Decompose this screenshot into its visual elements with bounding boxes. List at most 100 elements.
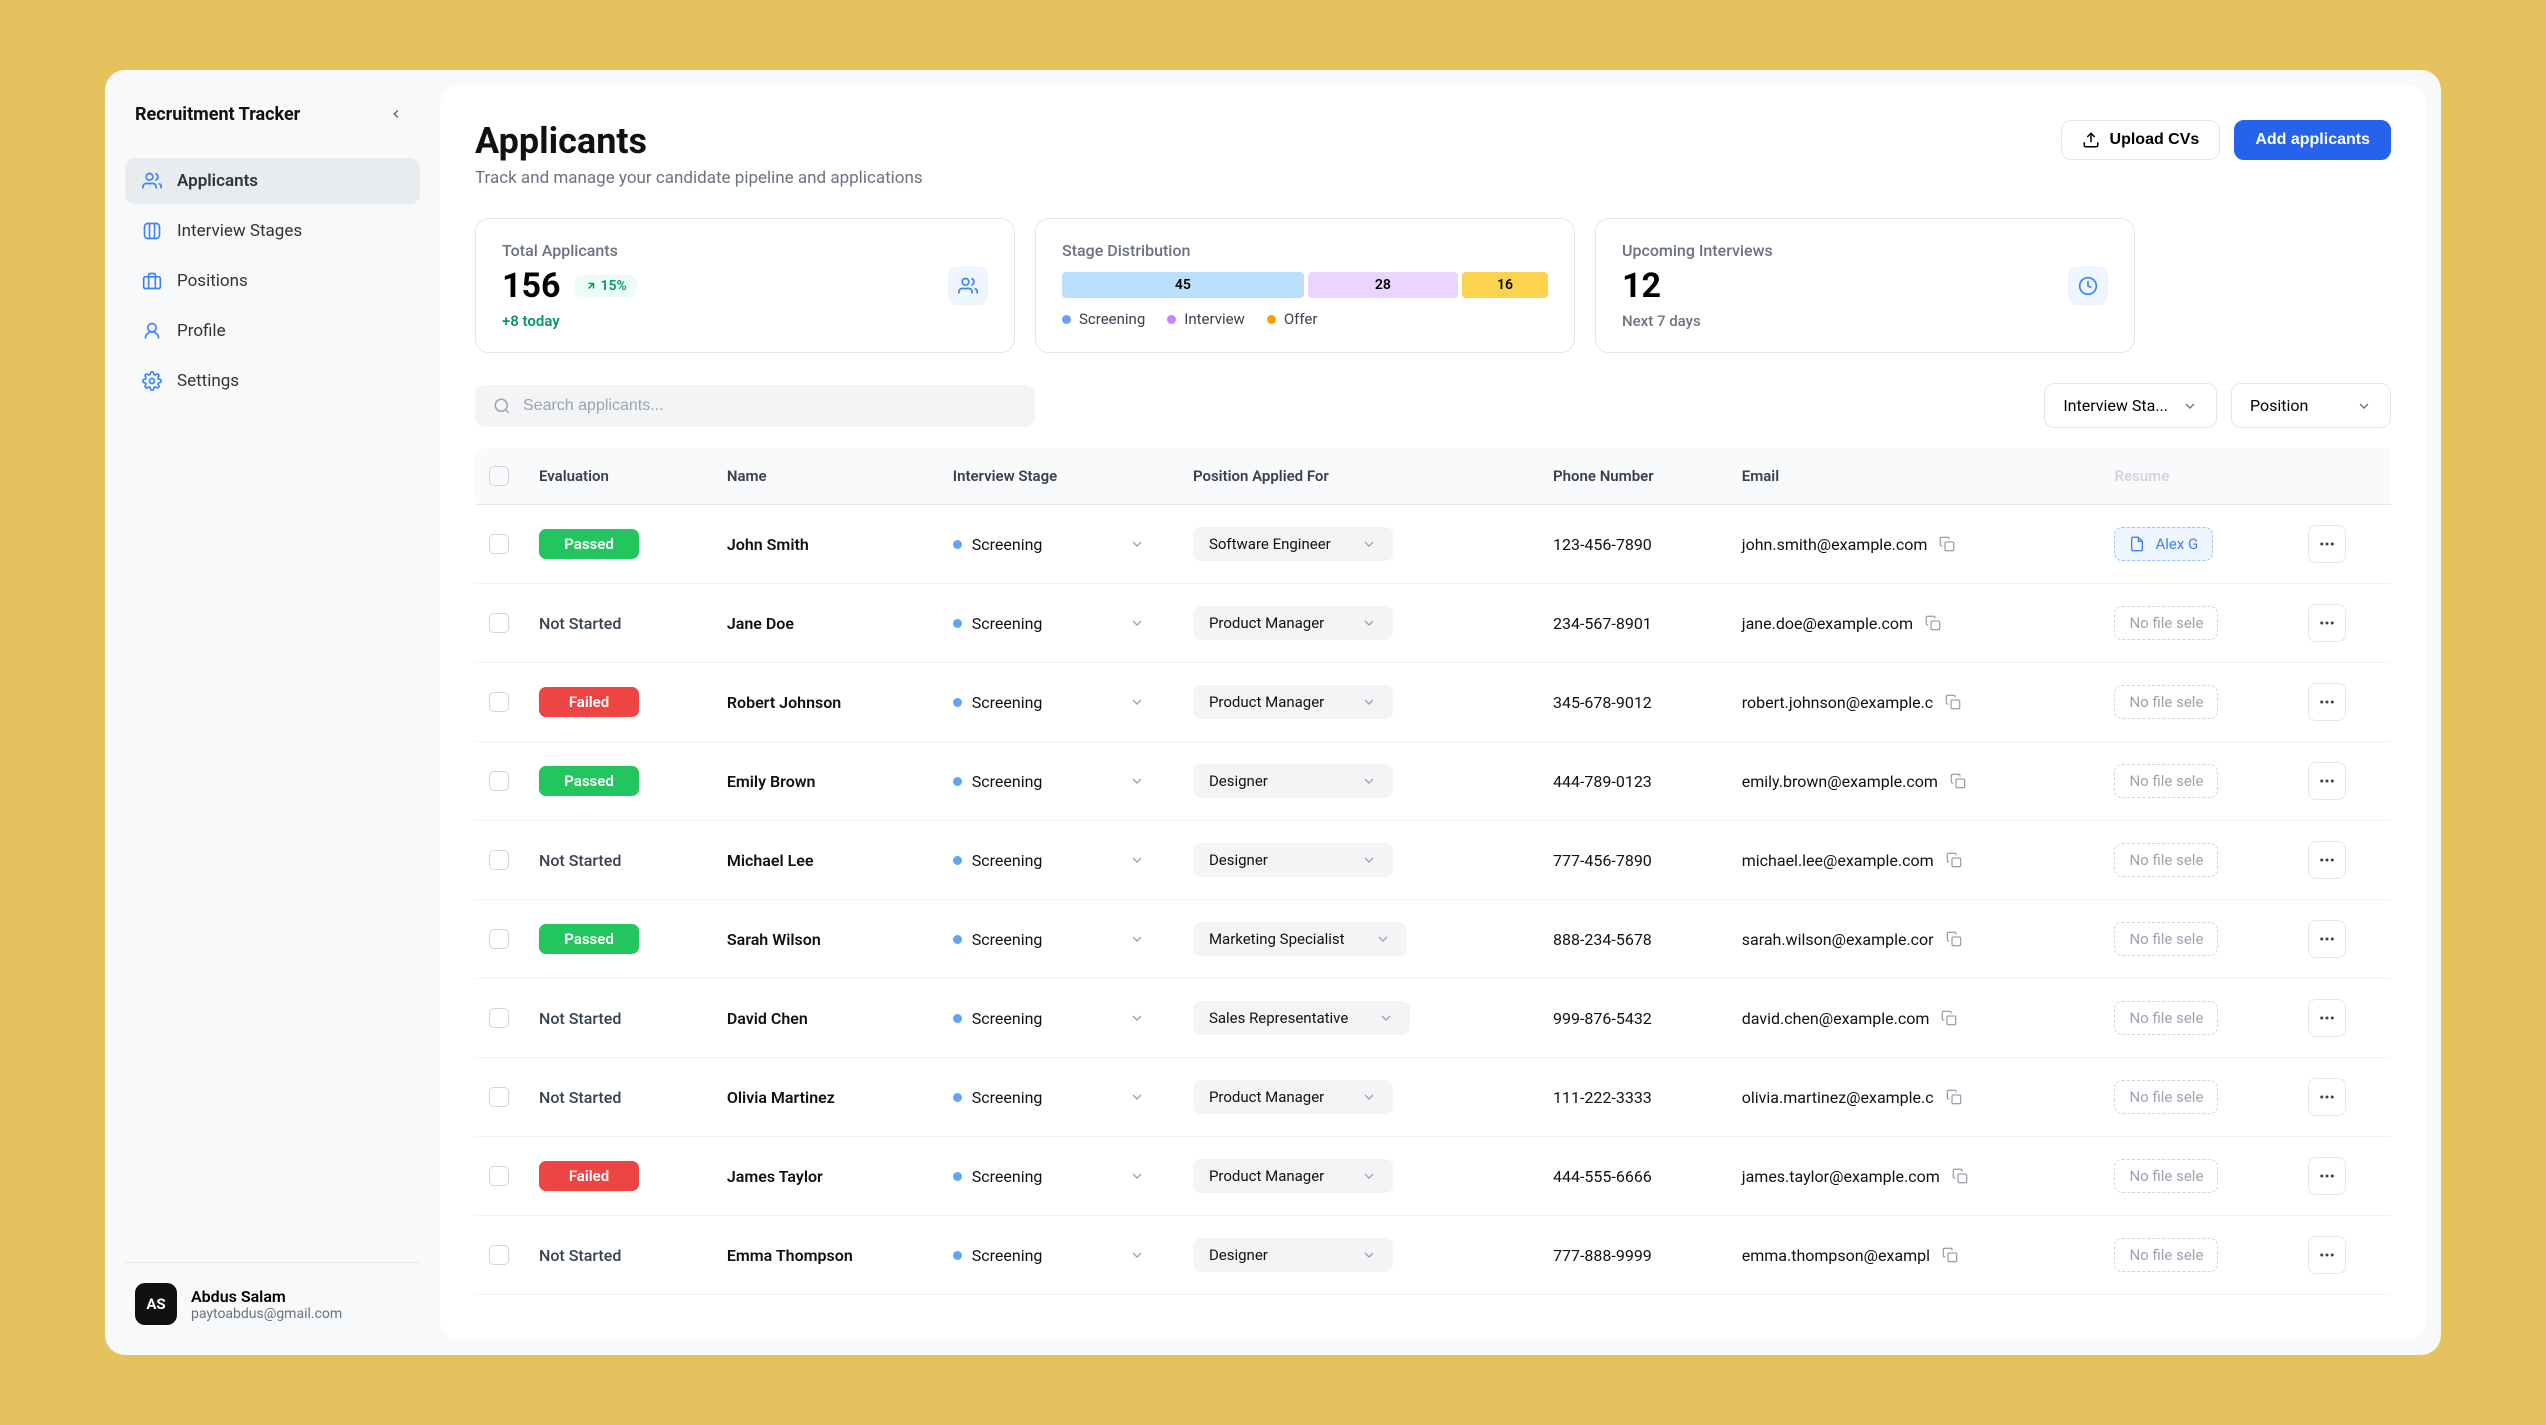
search-icon [493,397,511,415]
copy-email-button[interactable] [1946,1089,1962,1105]
app-shell: Recruitment Tracker ApplicantsInterview … [105,70,2441,1355]
upload-cvs-button[interactable]: Upload CVs [2061,120,2221,160]
stat-stage-distribution: Stage Distribution 45 28 16 Screening In… [1035,218,1575,353]
copy-email-button[interactable] [1941,1010,1957,1026]
stage-dot-icon [953,619,962,628]
add-applicants-button[interactable]: Add applicants [2234,120,2391,160]
resume-upload[interactable]: No file sele [2114,606,2218,640]
row-more-button[interactable] [2308,1078,2346,1116]
resume-upload[interactable]: No file sele [2114,922,2218,956]
chevron-down-icon [1361,1168,1377,1184]
row-checkbox[interactable] [489,850,509,870]
table-wrap[interactable]: Evaluation Name Interview Stage Position… [475,448,2391,1305]
stage-select[interactable]: Screening [953,614,1165,633]
sidebar-item-settings[interactable]: Settings [125,358,420,404]
copy-email-button[interactable] [1925,615,1941,631]
resume-file[interactable]: Alex G [2114,527,2213,561]
row-checkbox[interactable] [489,1008,509,1028]
row-more-button[interactable] [2308,683,2346,721]
app-title: Recruitment Tracker [135,104,300,125]
copy-email-button[interactable] [1946,852,1962,868]
stage-dot-icon [953,856,962,865]
row-more-button[interactable] [2308,841,2346,879]
row-checkbox[interactable] [489,534,509,554]
stage-select[interactable]: Screening [953,1246,1165,1265]
chevron-down-icon [1129,931,1165,947]
chevron-down-icon [1375,931,1391,947]
filter-stage[interactable]: Interview Sta... [2044,383,2217,428]
row-checkbox[interactable] [489,613,509,633]
position-select[interactable]: Sales Representative [1193,1001,1410,1035]
stage-select[interactable]: Screening [953,930,1165,949]
copy-email-button[interactable] [1952,1168,1968,1184]
row-more-button[interactable] [2308,525,2346,563]
col-phone: Phone Number [1539,448,1728,505]
select-all-checkbox[interactable] [489,466,509,486]
copy-email-button[interactable] [1945,694,1961,710]
stage-select[interactable]: Screening [953,535,1165,554]
position-select[interactable]: Product Manager [1193,685,1393,719]
stage-dot-icon [953,698,962,707]
position-select[interactable]: Designer [1193,1238,1393,1272]
sidebar-item-positions[interactable]: Positions [125,258,420,304]
row-more-button[interactable] [2308,762,2346,800]
sidebar-collapse-button[interactable] [382,100,410,128]
chevron-down-icon [1129,615,1165,631]
table-row: PassedJohn SmithScreeningSoftware Engine… [475,505,2391,584]
table-header: Evaluation Name Interview Stage Position… [475,448,2391,505]
filter-position[interactable]: Position [2231,383,2391,428]
resume-upload[interactable]: No file sele [2114,764,2218,798]
eval-text: Not Started [539,614,621,633]
copy-email-button[interactable] [1946,931,1962,947]
row-checkbox[interactable] [489,1087,509,1107]
position-select[interactable]: Designer [1193,764,1393,798]
sidebar-item-label: Positions [177,271,248,291]
sidebar-item-profile[interactable]: Profile [125,308,420,354]
stage-select[interactable]: Screening [953,772,1165,791]
copy-email-button[interactable] [1950,773,1966,789]
page-title: Applicants [475,120,923,162]
chevron-down-icon [2356,398,2372,414]
row-checkbox[interactable] [489,1245,509,1265]
position-select[interactable]: Software Engineer [1193,527,1393,561]
position-select[interactable]: Designer [1193,843,1393,877]
row-more-button[interactable] [2308,604,2346,642]
position-select[interactable]: Product Manager [1193,606,1393,640]
row-more-button[interactable] [2308,999,2346,1037]
resume-upload[interactable]: No file sele [2114,685,2218,719]
sidebar-item-applicants[interactable]: Applicants [125,158,420,204]
resume-upload[interactable]: No file sele [2114,843,2218,877]
position-select[interactable]: Product Manager [1193,1080,1393,1114]
legend-interview: Interview [1167,310,1245,328]
phone-number: 888-234-5678 [1539,900,1728,979]
applicant-name: Olivia Martinez [713,1058,939,1137]
row-more-button[interactable] [2308,1157,2346,1195]
copy-email-button[interactable] [1942,1247,1958,1263]
eval-text: Not Started [539,1009,621,1028]
stage-select[interactable]: Screening [953,1167,1165,1186]
row-more-button[interactable] [2308,1236,2346,1274]
position-select[interactable]: Marketing Specialist [1193,922,1407,956]
position-select[interactable]: Product Manager [1193,1159,1393,1193]
row-checkbox[interactable] [489,692,509,712]
stage-select[interactable]: Screening [953,1009,1165,1028]
resume-upload[interactable]: No file sele [2114,1080,2218,1114]
stage-select[interactable]: Screening [953,851,1165,870]
sidebar-item-interview-stages[interactable]: Interview Stages [125,208,420,254]
filter-position-label: Position [2250,396,2308,415]
copy-email-button[interactable] [1939,536,1955,552]
phone-number: 444-789-0123 [1539,742,1728,821]
search-input[interactable] [523,397,1017,415]
row-checkbox[interactable] [489,771,509,791]
row-checkbox[interactable] [489,1166,509,1186]
row-checkbox[interactable] [489,929,509,949]
user-avatar[interactable]: AS [135,1283,177,1325]
row-more-button[interactable] [2308,920,2346,958]
resume-upload[interactable]: No file sele [2114,1238,2218,1272]
email: olivia.martinez@example.c [1742,1088,1934,1107]
resume-upload[interactable]: No file sele [2114,1001,2218,1035]
stage-select[interactable]: Screening [953,1088,1165,1107]
search-box[interactable] [475,385,1035,427]
stage-select[interactable]: Screening [953,693,1165,712]
resume-upload[interactable]: No file sele [2114,1159,2218,1193]
